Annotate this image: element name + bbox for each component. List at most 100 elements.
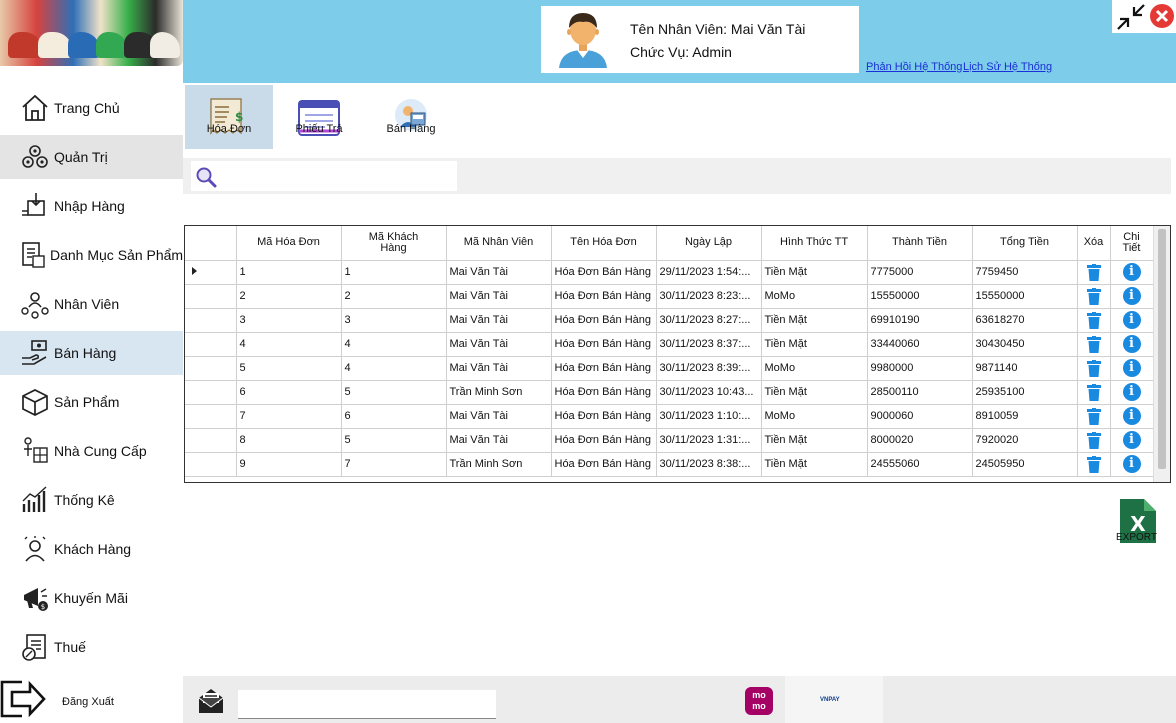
table-cell[interactable]: 15550000 [867,284,973,309]
table-cell[interactable]: Mai Văn Tài [446,284,552,309]
table-row[interactable]: 8 5 Mai Văn Tài Hóa Đơn Bán Hàng 30/11/2023 … [185,428,1154,453]
table-cell[interactable]: Hóa Đơn Bán Hàng [551,332,657,357]
minimize-icon[interactable] [1114,2,1148,32]
table-cell[interactable]: Tiền Mặt [761,260,868,285]
sidebar-item-tax[interactable]: Thuế [0,625,183,669]
table-cell[interactable]: Hóa Đơn Bán Hàng [551,452,657,477]
column-header[interactable]: Thành Tiền [867,226,973,261]
table-cell[interactable]: 33440060 [867,332,973,357]
table-cell[interactable]: 1 [236,260,342,285]
info-icon[interactable]: i [1122,407,1141,425]
sidebar-item-admin[interactable]: Quản Trị [0,135,183,179]
sidebar-item-import[interactable]: Nhập Hàng [0,184,183,228]
table-cell[interactable]: 15550000 [972,284,1078,309]
table-cell[interactable]: 30/11/2023 1:31:... [656,428,762,453]
table-cell[interactable]: 4 [341,332,447,357]
table-cell[interactable]: 30/11/2023 10:43... [656,380,762,405]
column-header[interactable]: Mã Khách Hàng [341,226,447,261]
table-cell[interactable]: Tiền Mặt [761,428,868,453]
table-cell[interactable]: 24555060 [867,452,973,477]
table-cell[interactable]: 30430450 [972,332,1078,357]
sidebar-item-sales[interactable]: Bán Hàng [0,331,183,375]
row-header[interactable] [185,428,237,453]
table-cell[interactable]: 63618270 [972,308,1078,333]
tab-invoice[interactable]: $ Hóa Đơn [185,85,273,149]
table-cell[interactable]: 8910059 [972,404,1078,429]
table-cell[interactable]: 7759450 [972,260,1078,285]
table-cell[interactable]: Mai Văn Tài [446,308,552,333]
column-header[interactable]: Xóa [1077,226,1111,261]
table-cell[interactable]: 6 [341,404,447,429]
table-cell[interactable]: 7 [236,404,342,429]
column-header[interactable]: Ngày Lập [656,226,762,261]
table-cell[interactable]: Trần Minh Sơn [446,380,552,405]
table-cell[interactable]: 1 [341,260,447,285]
delete-icon[interactable] [1086,335,1101,353]
info-icon[interactable]: i [1122,431,1141,449]
table-cell[interactable]: Mai Văn Tài [446,332,552,357]
delete-icon[interactable] [1086,455,1101,473]
table-cell[interactable]: 9980000 [867,356,973,381]
sidebar-item-home[interactable]: Trang Chủ [0,86,183,130]
table-cell[interactable]: Mai Văn Tài [446,356,552,381]
table-cell[interactable]: 3 [236,308,342,333]
logout-button[interactable]: Đăng Xuất [0,676,183,723]
table-cell[interactable]: Hóa Đơn Bán Hàng [551,380,657,405]
column-header[interactable]: Hình Thức TT [761,226,868,261]
sidebar-item-customers[interactable]: Khách Hàng [0,527,183,571]
info-icon[interactable]: i [1122,455,1141,473]
table-cell[interactable]: Mai Văn Tài [446,260,552,285]
momo-payment-button[interactable]: mo mo [745,687,773,715]
tab-return-slip[interactable]: Phiếu Trả [275,85,363,149]
delete-icon[interactable] [1086,311,1101,329]
table-cell[interactable]: Tiền Mặt [761,332,868,357]
table-cell[interactable]: 2 [236,284,342,309]
row-header[interactable] [185,308,237,333]
info-icon[interactable]: i [1122,383,1141,401]
table-cell[interactable]: 5 [341,428,447,453]
table-cell[interactable]: Hóa Đơn Bán Hàng [551,284,657,309]
table-cell[interactable]: 29/11/2023 1:54:... [656,260,762,285]
table-row[interactable]: 3 3 Mai Văn Tài Hóa Đơn Bán Hàng 30/11/2023 … [185,308,1154,333]
column-header[interactable]: Mã Nhân Viên [446,226,552,261]
table-cell[interactable]: Hóa Đơn Bán Hàng [551,404,657,429]
sidebar-item-promotions[interactable]: $ Khuyến Mãi [0,576,183,620]
table-cell[interactable]: Trần Minh Sơn [446,452,552,477]
table-cell[interactable]: 7920020 [972,428,1078,453]
table-cell[interactable]: 5 [236,356,342,381]
row-header[interactable] [185,380,237,405]
delete-icon[interactable] [1086,359,1101,377]
row-header[interactable] [185,284,237,309]
table-cell[interactable]: Tiền Mặt [761,380,868,405]
table-cell[interactable]: 30/11/2023 8:37:... [656,332,762,357]
table-cell[interactable]: Hóa Đơn Bán Hàng [551,308,657,333]
table-cell[interactable]: Hóa Đơn Bán Hàng [551,260,657,285]
table-cell[interactable]: 8000020 [867,428,973,453]
message-input[interactable] [238,690,496,719]
table-cell[interactable]: 28500110 [867,380,973,405]
row-header[interactable] [185,260,237,285]
table-cell[interactable]: 5 [341,380,447,405]
row-header[interactable] [185,404,237,429]
table-row[interactable]: 2 2 Mai Văn Tài Hóa Đơn Bán Hàng 30/11/2023 … [185,284,1154,309]
table-row[interactable]: 5 4 Mai Văn Tài Hóa Đơn Bán Hàng 30/11/2023 … [185,356,1154,381]
table-row[interactable]: 6 5 Trần Minh Sơn Hóa Đơn Bán Hàng 30/11/202… [185,380,1154,405]
table-row[interactable]: 4 4 Mai Văn Tài Hóa Đơn Bán Hàng 30/11/2023 … [185,332,1154,357]
table-cell[interactable]: Hóa Đơn Bán Hàng [551,356,657,381]
search-input[interactable] [191,161,457,191]
column-header[interactable]: Tổng Tiền [972,226,1078,261]
column-header[interactable]: Chi Tiết [1110,226,1154,261]
table-cell[interactable]: 9 [236,452,342,477]
table-row[interactable]: 9 7 Trần Minh Sơn Hóa Đơn Bán Hàng 30/11/202… [185,452,1154,477]
vertical-scrollbar[interactable] [1153,226,1170,482]
delete-icon[interactable] [1086,407,1101,425]
table-cell[interactable]: 30/11/2023 8:23:... [656,284,762,309]
vnpay-payment-button[interactable]: VNPAY [785,676,883,723]
table-cell[interactable]: Tiền Mặt [761,452,868,477]
table-row[interactable]: 1 1 Mai Văn Tài Hóa Đơn Bán Hàng 29/11/2023 … [185,260,1154,285]
info-icon[interactable]: i [1122,359,1141,377]
info-icon[interactable]: i [1122,311,1141,329]
info-icon[interactable]: i [1122,335,1141,353]
table-cell[interactable]: 24505950 [972,452,1078,477]
close-icon[interactable] [1149,3,1175,29]
